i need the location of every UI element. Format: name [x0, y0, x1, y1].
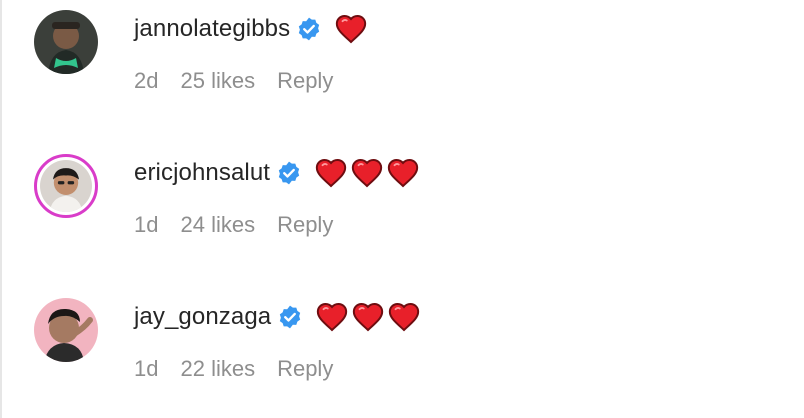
- comment-time[interactable]: 1d: [134, 212, 158, 238]
- reply-button[interactable]: Reply: [277, 212, 333, 238]
- comment-item: jay_gonzaga 1d 22 likes Reply: [0, 288, 804, 408]
- comment-time[interactable]: 2d: [134, 68, 158, 94]
- heart-icon: [353, 302, 384, 332]
- comment-time[interactable]: 1d: [134, 356, 158, 382]
- username-link[interactable]: ericjohnsalut: [134, 159, 270, 187]
- avatar[interactable]: [34, 10, 98, 74]
- heart-icon: [336, 14, 367, 44]
- reply-button[interactable]: Reply: [277, 356, 333, 382]
- reaction-emojis: [314, 156, 420, 190]
- heart-icon: [351, 158, 383, 188]
- heart-icon: [387, 158, 419, 188]
- comment-header: jannolategibbs: [134, 12, 368, 46]
- verified-badge-icon: [280, 305, 301, 329]
- likes-count[interactable]: 22 likes: [180, 356, 255, 382]
- reply-button[interactable]: Reply: [277, 68, 333, 94]
- verified-badge-icon: [278, 161, 300, 185]
- username-link[interactable]: jannolategibbs: [134, 15, 290, 43]
- avatar-image: [40, 160, 92, 212]
- reaction-emojis: [315, 300, 421, 334]
- avatar-image: [34, 10, 98, 74]
- heart-icon: [315, 158, 347, 188]
- likes-count[interactable]: 25 likes: [180, 68, 255, 94]
- comment-header: jay_gonzaga: [134, 300, 421, 334]
- comment-item: ericjohnsalut 1d 24 likes Reply: [0, 144, 804, 264]
- username-link[interactable]: jay_gonzaga: [134, 303, 271, 331]
- avatar[interactable]: [34, 154, 98, 218]
- reaction-emojis: [334, 12, 368, 46]
- avatar-image: [34, 298, 98, 362]
- verified-badge-icon: [299, 17, 320, 41]
- heart-icon: [317, 302, 348, 332]
- comment-meta: 1d 24 likes Reply: [134, 210, 355, 240]
- comment-meta: 1d 22 likes Reply: [134, 354, 355, 384]
- avatar[interactable]: [34, 298, 98, 362]
- comment-meta: 2d 25 likes Reply: [134, 66, 355, 96]
- heart-icon: [389, 302, 420, 332]
- comment-header: ericjohnsalut: [134, 156, 420, 190]
- comment-item: jannolategibbs 2d 25 likes Reply: [0, 0, 804, 120]
- likes-count[interactable]: 24 likes: [180, 212, 255, 238]
